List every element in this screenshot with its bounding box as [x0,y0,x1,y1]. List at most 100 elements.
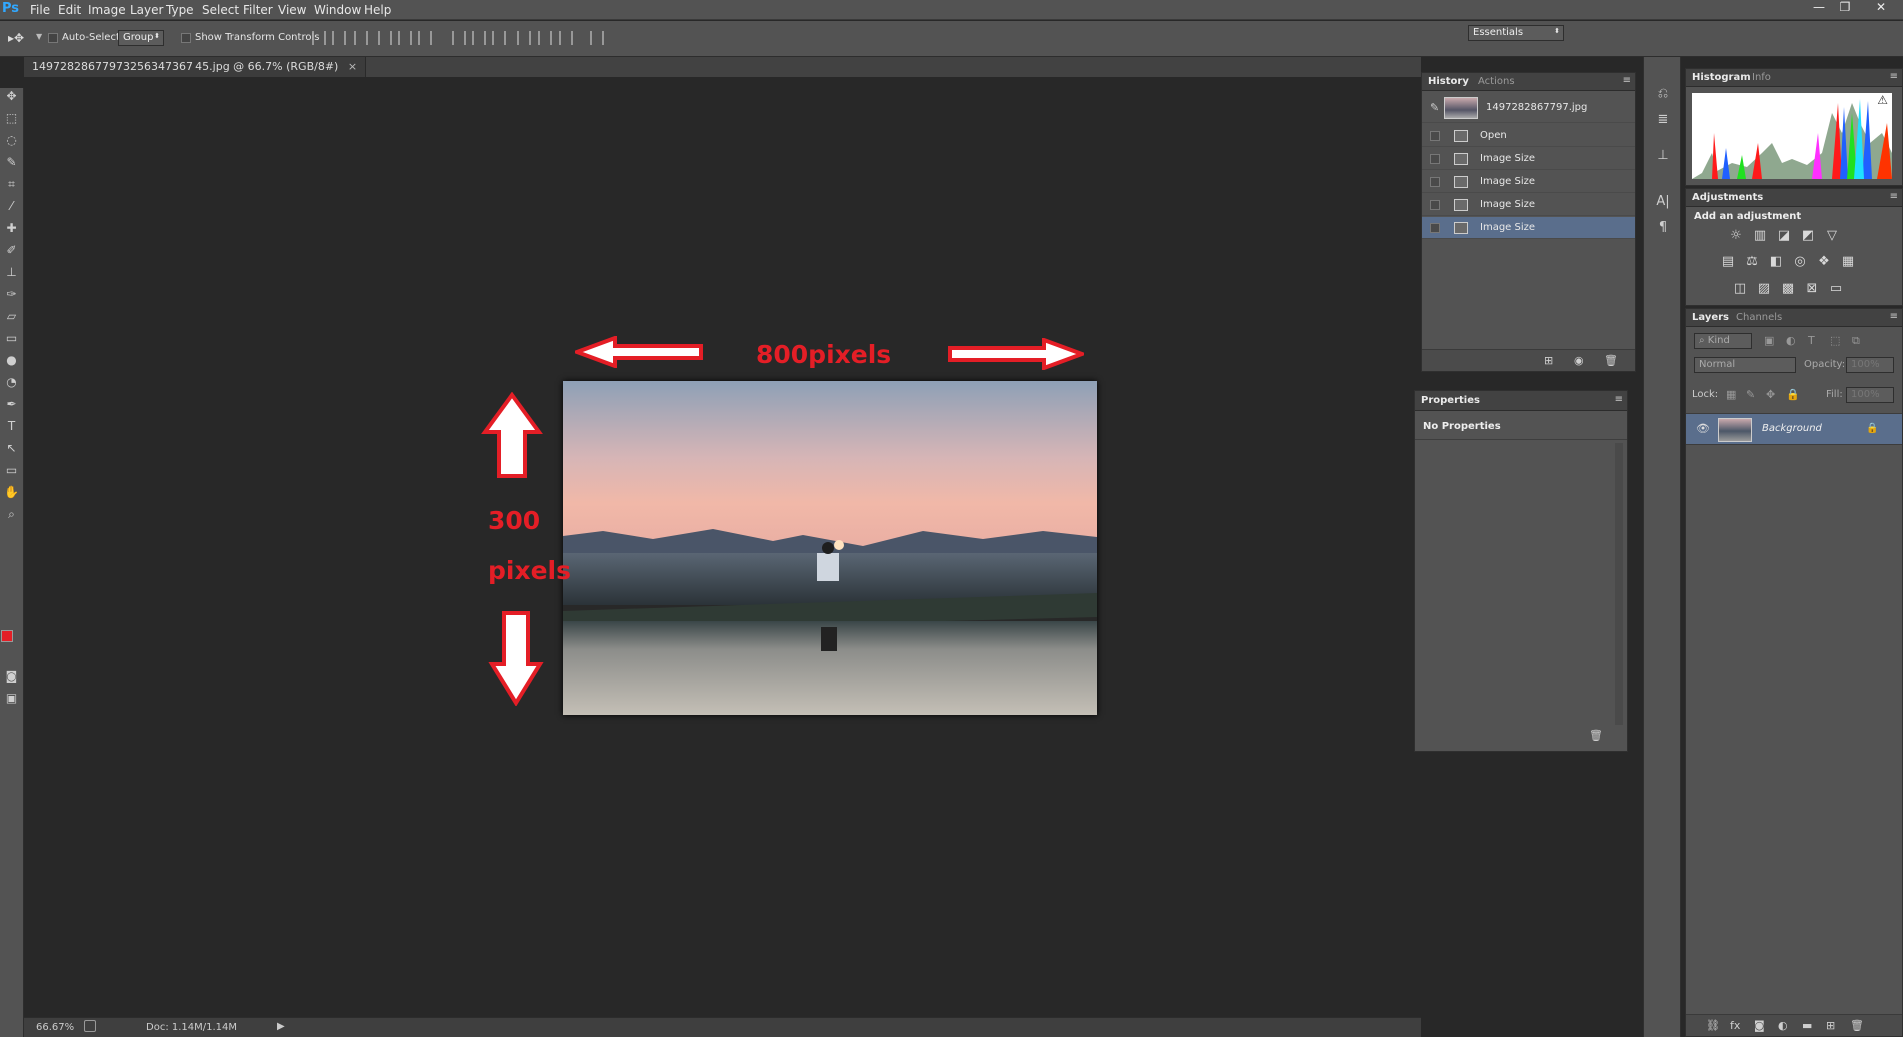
properties-scrollbar[interactable] [1615,443,1623,725]
auto-select-dropdown[interactable]: Group ⬍ [118,30,164,46]
trash-icon[interactable]: 🗑 [1850,1019,1864,1032]
close-icon[interactable]: ✕ [1870,0,1892,14]
menu-window[interactable]: Window [314,3,361,17]
status-menu-arrow-icon[interactable]: ▶ [277,1021,285,1032]
clone-stamp-tool-icon[interactable]: ⊥ [3,264,20,281]
color-balance-icon[interactable]: ⚖ [1744,255,1760,269]
color-lookup-icon[interactable]: ▦ [1840,255,1856,269]
distribute-vcenter-icon[interactable] [472,31,486,45]
align-left-icon[interactable] [378,31,392,45]
align-bottom-icon[interactable] [354,31,368,45]
distribute-bottom-icon[interactable] [492,31,506,45]
document-tab[interactable]: 14972828677973256347367 45.jpg @ 66.7% (… [24,57,367,77]
distribute-right-icon[interactable] [559,31,573,45]
layer-name[interactable]: Background [1762,423,1822,434]
tab-histogram[interactable]: Histogram [1692,72,1751,83]
eyedropper-tool-icon[interactable]: ⁄ [3,198,20,215]
history-step[interactable]: Image Size [1422,148,1635,170]
link-layers-icon[interactable]: ⛓ [1706,1019,1720,1032]
distribute-left-icon[interactable] [517,31,531,45]
new-layer-icon[interactable]: ⊞ [1826,1019,1835,1032]
hue-saturation-icon[interactable]: ▤ [1720,255,1736,269]
menu-view[interactable]: View [278,3,306,17]
history-step-checkbox[interactable] [1430,131,1440,141]
auto-align-icon[interactable] [590,31,604,45]
hand-tool-icon[interactable]: ✋ [3,484,20,501]
selective-color-icon[interactable]: ⊠ [1804,282,1820,296]
threshold-icon[interactable]: ▩ [1780,282,1796,296]
filter-pixel-icon[interactable]: ▣ [1764,334,1774,347]
crop-tool-icon[interactable]: ⌗ [3,176,20,193]
brightness-icon[interactable]: ☼ [1728,229,1744,243]
gradient-map-icon[interactable]: ▭ [1828,282,1844,296]
black-white-icon[interactable]: ◧ [1768,255,1784,269]
move-tool-icon[interactable]: ✥ [3,88,20,105]
menu-layer[interactable]: Layer [130,3,163,17]
blur-tool-icon[interactable]: ● [3,352,20,369]
tab-actions[interactable]: Actions [1478,76,1515,87]
rectangle-tool-icon[interactable]: ▭ [3,462,20,479]
eraser-tool-icon[interactable]: ▱ [3,308,20,325]
quick-mask-icon[interactable]: ◙ [3,668,20,685]
trash-icon[interactable]: 🗑 [1589,729,1603,742]
share-icon[interactable] [84,1020,96,1032]
menu-type[interactable]: Type [166,3,194,17]
align-top-icon[interactable] [312,31,326,45]
close-tab-icon[interactable]: × [348,60,357,73]
channel-mixer-icon[interactable]: ❖ [1816,255,1832,269]
show-transform-checkbox[interactable] [181,33,191,43]
history-brush-source-icon[interactable]: ✎ [1430,101,1439,114]
workspace-dropdown[interactable]: Essentials ⬍ [1468,25,1564,41]
blend-mode-dropdown[interactable]: Normal [1694,357,1796,373]
tab-adjustments[interactable]: Adjustments [1692,192,1763,203]
menu-file[interactable]: File [30,3,50,17]
align-hcenter-icon[interactable] [398,31,412,45]
panel-menu-icon[interactable]: ≡ [1890,311,1898,322]
filter-adjustment-icon[interactable]: ◐ [1786,334,1796,347]
menu-filter[interactable]: Filter [243,3,273,17]
tab-info[interactable]: Info [1752,72,1771,83]
levels-icon[interactable]: ▥ [1752,229,1768,243]
history-step[interactable]: Open [1422,125,1635,147]
history-panel-icon[interactable]: ⎌ [1654,85,1672,103]
new-document-from-state-icon[interactable]: ⊞ [1544,354,1553,367]
distribute-hcenter-icon[interactable] [538,31,552,45]
dodge-tool-icon[interactable]: ◔ [3,374,20,391]
curves-icon[interactable]: ◪ [1776,229,1792,243]
layer-mask-icon[interactable]: ◙ [1754,1019,1765,1032]
tab-layers[interactable]: Layers [1692,312,1729,323]
chevron-down-icon[interactable]: ▼ [36,32,42,41]
lock-all-icon[interactable]: 🔒 [1786,388,1800,401]
lock-pixels-icon[interactable]: ✎ [1746,388,1755,401]
type-tool-icon[interactable]: T [3,418,20,435]
menu-edit[interactable]: Edit [58,3,81,17]
distribute-top-icon[interactable] [452,31,466,45]
filter-smart-object-icon[interactable]: ⧉ [1852,334,1860,348]
invert-icon[interactable]: ◫ [1732,282,1748,296]
align-vcenter-icon[interactable] [332,31,346,45]
healing-brush-tool-icon[interactable]: ✚ [3,220,20,237]
panel-menu-icon[interactable]: ≡ [1890,71,1898,82]
new-group-icon[interactable]: ▬ [1802,1019,1812,1032]
foreground-color-swatch[interactable] [1,630,13,642]
lock-position-icon[interactable]: ✥ [1766,388,1775,401]
history-step-checkbox[interactable] [1430,223,1440,233]
screen-mode-icon[interactable]: ▣ [3,690,20,707]
tab-history[interactable]: History [1428,76,1469,87]
tab-channels[interactable]: Channels [1736,312,1782,323]
lock-transparent-icon[interactable]: ▦ [1726,388,1736,401]
zoom-level[interactable]: 66.67% [36,1022,74,1033]
path-select-tool-icon[interactable]: ↖ [3,440,20,457]
history-snapshot[interactable]: ✎ 1497282867797.jpg [1422,93,1635,123]
marquee-tool-icon[interactable]: ⬚ [3,110,20,127]
quick-select-tool-icon[interactable]: ✎ [3,154,20,171]
history-step-checkbox[interactable] [1430,200,1440,210]
history-step[interactable]: Image Size [1422,194,1635,216]
history-step-selected[interactable]: Image Size [1422,217,1635,239]
adjustment-layer-icon[interactable]: ◐ [1778,1019,1788,1032]
history-brush-tool-icon[interactable]: ✑ [3,286,20,303]
layer-filter-dropdown[interactable]: ⌕ Kind [1694,333,1752,349]
vibrance-icon[interactable]: ▽ [1824,229,1840,243]
panel-menu-icon[interactable]: ≡ [1890,191,1898,202]
fill-field[interactable]: 100% [1846,387,1894,403]
